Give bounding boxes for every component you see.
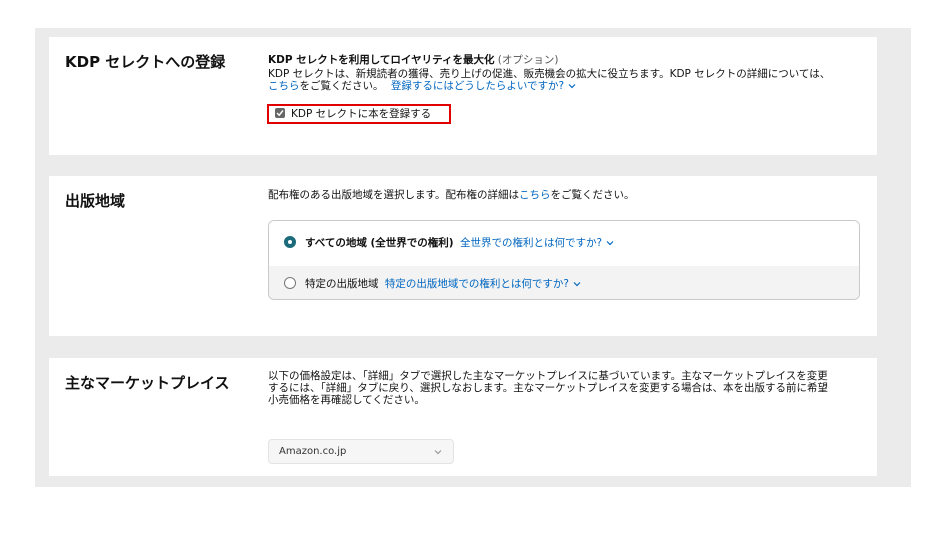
marketplace-desc-line-2: するには、「詳細」タブに戻り、選択しなおします。主なマーケットプレイスを変更する… xyxy=(268,382,828,394)
chevron-down-icon xyxy=(572,280,582,288)
optional-label: (オプション) xyxy=(497,54,559,66)
section-title-kdp-select: KDP セレクトへの登録 xyxy=(65,53,226,71)
marketplace-description: 以下の価格設定は、「詳細」タブで選択した主なマーケットプレイスに基づいています。… xyxy=(268,370,861,406)
section-title-territories: 出版地域 xyxy=(65,192,126,210)
marketplace-section: 主なマーケットプレイス 以下の価格設定は、「詳細」タブで選択した主なマーケットプ… xyxy=(49,358,877,476)
territories-desc-prefix: 配布権のある出版地域を選択します。配布権の詳細は xyxy=(268,189,519,201)
how-to-enroll-link-text: 登録するにはどうしたらよいですか? xyxy=(390,80,565,92)
territories-details-link[interactable]: こちら xyxy=(519,189,551,201)
worldwide-rights-help-text: 全世界での権利とは何ですか? xyxy=(459,237,603,249)
radio-worldwide-label: すべての地域 (全世界での権利) xyxy=(305,237,454,249)
kdp-select-heading: KDP セレクトを利用してロイヤリティを最大化 xyxy=(268,54,495,66)
radio-selected-icon[interactable] xyxy=(284,236,296,248)
kdp-details-suffix: をご覧ください。 xyxy=(299,80,384,92)
radio-worldwide-text: すべての地域 (全世界での権利) 全世界での権利とは何ですか? xyxy=(305,235,615,250)
checkbox-checked-icon[interactable] xyxy=(275,108,285,118)
kdp-select-description-2: こちらをご覧ください。 登録するにはどうしたらよいですか? xyxy=(268,80,861,92)
radio-individual-label: 特定の出版地域 xyxy=(305,278,379,290)
kdp-select-heading-line: KDP セレクトを利用してロイヤリティを最大化 (オプション) xyxy=(268,54,861,66)
marketplace-desc-line-1: 以下の価格設定は、「詳細」タブで選択した主なマーケットプレイスに基づいています。… xyxy=(268,370,828,382)
worldwide-rights-help-link[interactable]: 全世界での権利とは何ですか? xyxy=(460,237,615,249)
chevron-down-icon xyxy=(605,239,615,247)
territories-desc-suffix: をご覧ください。 xyxy=(550,189,635,201)
individual-rights-help-text: 特定の出版地域での権利とは何ですか? xyxy=(384,278,569,290)
marketplace-select[interactable]: Amazon.co.jp xyxy=(268,439,454,464)
marketplace-select-value: Amazon.co.jp xyxy=(279,446,347,457)
territories-section: 出版地域 配布権のある出版地域を選択します。配布権の詳細はこちらをご覧ください。… xyxy=(49,176,877,336)
page-background: KDP セレクトへの登録 KDP セレクトを利用してロイヤリティを最大化 (オプ… xyxy=(35,28,911,487)
territory-radio-group: すべての地域 (全世界での権利) 全世界での権利とは何ですか? 特定の出版地域 … xyxy=(268,220,860,300)
kdp-select-content: KDP セレクトを利用してロイヤリティを最大化 (オプション) KDP セレクト… xyxy=(268,54,861,92)
radio-option-individual-territories[interactable]: 特定の出版地域 特定の出版地域での権利とは何ですか? xyxy=(269,266,859,299)
individual-rights-help-link[interactable]: 特定の出版地域での権利とは何ですか? xyxy=(385,278,582,290)
kdp-details-link[interactable]: こちら xyxy=(268,80,300,92)
chevron-down-icon xyxy=(434,450,442,455)
chevron-down-icon xyxy=(567,82,577,90)
section-title-marketplace: 主なマーケットプレイス xyxy=(65,374,230,392)
kdp-select-checkbox[interactable]: KDP セレクトに本を登録する xyxy=(275,107,431,121)
kdp-select-checkbox-label: KDP セレクトに本を登録する xyxy=(291,108,432,120)
territories-description: 配布権のある出版地域を選択します。配布権の詳細はこちらをご覧ください。 xyxy=(268,189,861,201)
radio-unselected-icon[interactable] xyxy=(284,277,296,289)
territories-description-line: 配布権のある出版地域を選択します。配布権の詳細はこちらをご覧ください。 xyxy=(268,189,861,201)
kdp-select-section: KDP セレクトへの登録 KDP セレクトを利用してロイヤリティを最大化 (オプ… xyxy=(49,37,877,155)
kdp-select-description: KDP セレクトは、新規読者の獲得、売り上げの促進、販売機会の拡大に役立ちます。… xyxy=(268,68,831,80)
radio-option-worldwide[interactable]: すべての地域 (全世界での権利) 全世界での権利とは何ですか? xyxy=(269,221,859,267)
marketplace-desc-line-3: 小売価格を再確認してください。 xyxy=(268,394,425,406)
how-to-enroll-link[interactable]: 登録するにはどうしたらよいですか? xyxy=(391,80,577,92)
radio-individual-text: 特定の出版地域 特定の出版地域での権利とは何ですか? xyxy=(305,276,582,291)
